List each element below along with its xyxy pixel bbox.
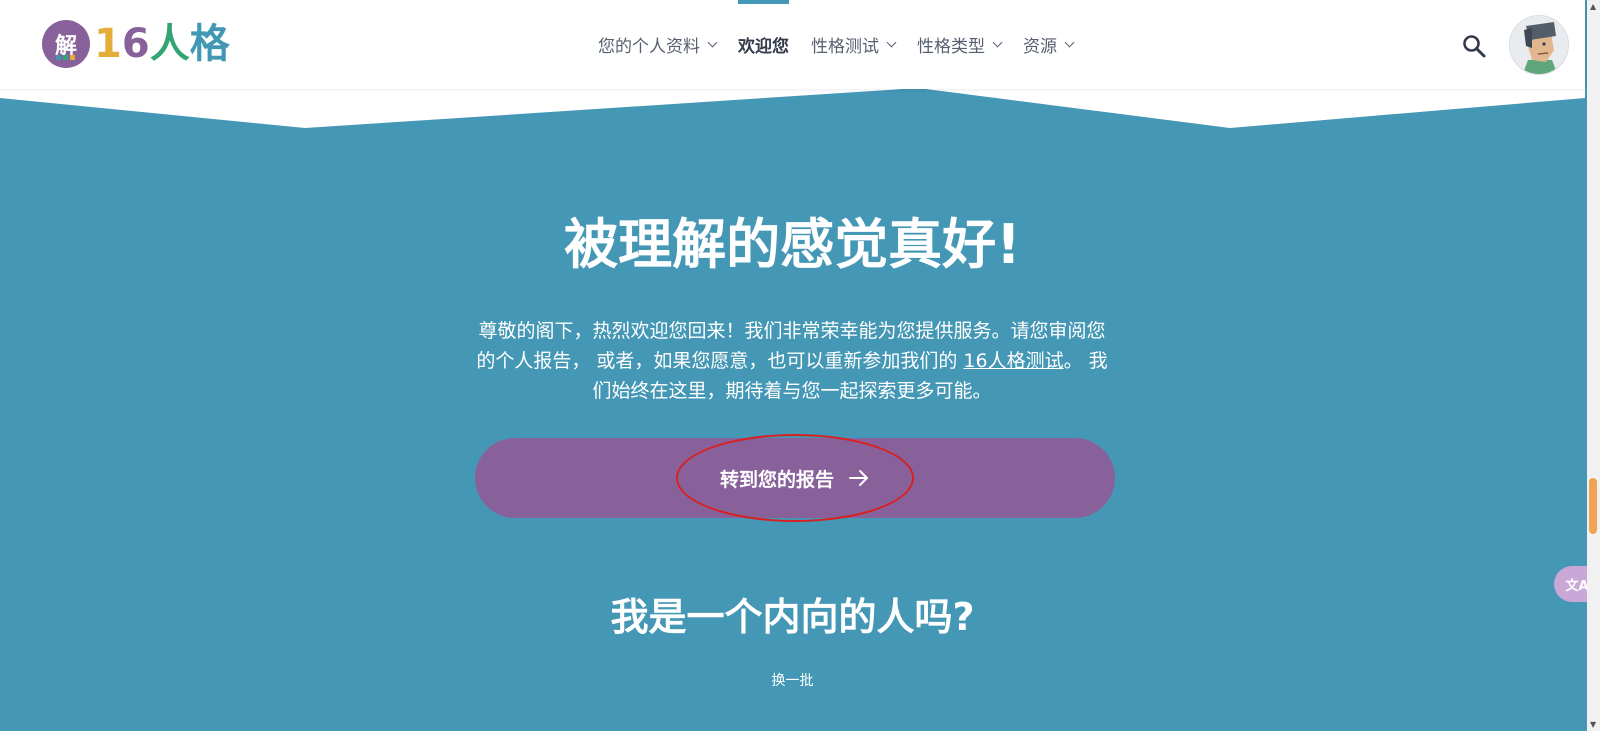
logo-badge-bars bbox=[56, 55, 75, 60]
site-logo[interactable]: 解 16人格 bbox=[42, 20, 230, 68]
chevron-down-icon bbox=[992, 37, 1003, 48]
user-avatar[interactable] bbox=[1509, 15, 1569, 75]
hero-title: 被理解的感觉真好! bbox=[564, 213, 1021, 276]
main-nav: 您的个人资料 欢迎您 性格测试 性格类型 资源 bbox=[598, 0, 1095, 89]
nav-item-personality-types[interactable]: 性格类型 bbox=[917, 0, 1003, 89]
hero-top-edge bbox=[0, 88, 1585, 133]
arrow-right-icon bbox=[849, 470, 868, 486]
site-header: 解 16人格 您的个人资料 欢迎您 性格测试 性格类型 资源 bbox=[0, 0, 1585, 89]
logo-wordmark: 16人格 bbox=[94, 20, 230, 68]
scrollbar-thumb[interactable] bbox=[1589, 478, 1597, 534]
hero-intro: 尊敬的阁下，热烈欢迎您回来！我们非常荣幸能为您提供服务。请您审阅您的个人报告， … bbox=[472, 316, 1112, 406]
chevron-down-icon bbox=[886, 37, 897, 48]
nav-item-welcome[interactable]: 欢迎您 bbox=[738, 0, 789, 89]
nav-item-personality-test[interactable]: 性格测试 bbox=[811, 0, 897, 89]
scroll-down-arrow[interactable]: ▼ bbox=[1590, 720, 1596, 729]
nav-item-label: 性格类型 bbox=[917, 37, 985, 57]
nav-item-label: 您的个人资料 bbox=[598, 37, 700, 57]
go-to-report-label: 转到您的报告 bbox=[719, 468, 834, 491]
logo-char-ge: 格 bbox=[189, 21, 230, 67]
personality-test-link[interactable]: 16人格测试 bbox=[963, 350, 1063, 372]
chevron-down-icon bbox=[707, 37, 718, 48]
search-icon[interactable] bbox=[1462, 34, 1486, 58]
scroll-up-arrow[interactable]: ▲ bbox=[1590, 2, 1596, 11]
refresh-link[interactable]: 换一批 bbox=[772, 673, 814, 689]
chevron-down-icon bbox=[1064, 37, 1075, 48]
go-to-report-button[interactable]: 转到您的报告 bbox=[475, 438, 1115, 518]
nav-item-label: 欢迎您 bbox=[738, 37, 789, 57]
refresh-row: 换一批 bbox=[0, 670, 1585, 690]
section-subtitle: 我是一个内向的人吗? bbox=[610, 595, 975, 639]
logo-badge: 解 bbox=[42, 20, 90, 68]
translate-label: 文A bbox=[1565, 578, 1589, 594]
logo-char-ren: 人 bbox=[149, 21, 190, 67]
nav-item-label: 资源 bbox=[1023, 37, 1057, 57]
logo-digit-6: 6 bbox=[121, 21, 150, 67]
nav-item-resources[interactable]: 资源 bbox=[1023, 0, 1075, 89]
nav-item-label: 性格测试 bbox=[811, 37, 879, 57]
nav-item-profile[interactable]: 您的个人资料 bbox=[598, 0, 718, 89]
page-scrollbar[interactable]: ▲ ▼ bbox=[1587, 0, 1600, 731]
logo-digit-1: 1 bbox=[94, 21, 122, 67]
